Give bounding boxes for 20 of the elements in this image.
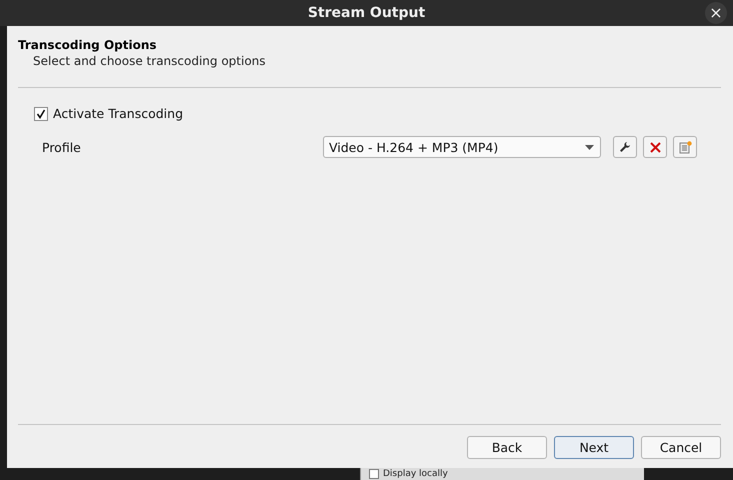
list-icon (678, 140, 692, 154)
profile-label: Profile (42, 140, 81, 154)
checkbox-label: Display locally (383, 469, 448, 479)
edit-profile-button[interactable] (613, 136, 637, 158)
wrench-icon (619, 141, 631, 153)
cancel-button[interactable]: Cancel (641, 436, 721, 459)
delete-profile-button[interactable] (643, 136, 667, 158)
page-title: Transcoding Options (18, 38, 158, 52)
page-subtitle: Select and choose transcoding options (32, 54, 267, 68)
checkbox[interactable] (369, 469, 379, 479)
new-profile-button[interactable] (673, 136, 697, 158)
checkbox[interactable] (34, 106, 48, 120)
checkbox-label: Activate Transcoding (53, 106, 184, 121)
profile-dropdown[interactable]: Video - H.264 + MP3 (MP4) (323, 136, 601, 158)
window-title: Stream Output (308, 5, 426, 21)
x-icon (650, 142, 660, 152)
caret-icon (585, 144, 594, 150)
back-button[interactable]: Back (467, 436, 547, 459)
next-button[interactable]: Next (554, 436, 634, 459)
close-button[interactable]: × (705, 2, 727, 24)
